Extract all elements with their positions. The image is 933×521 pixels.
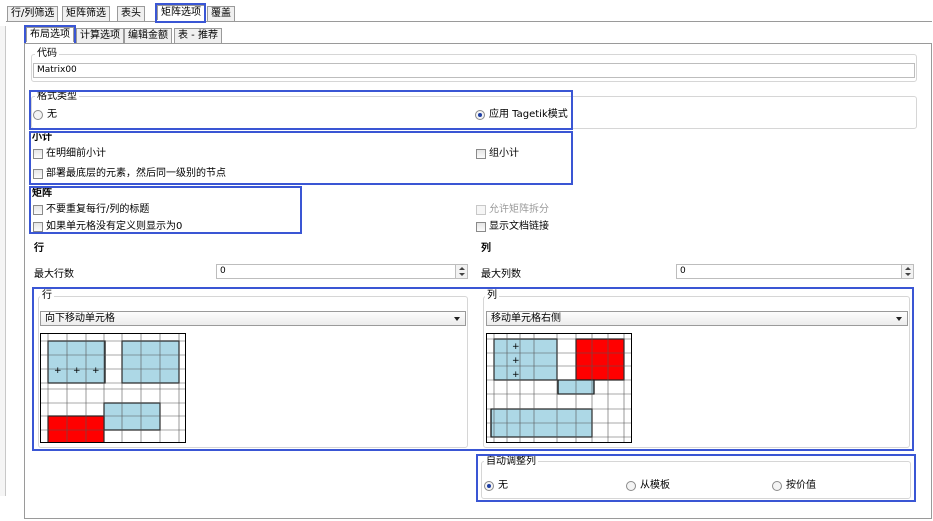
group-subtotal-checkbox[interactable] <box>476 149 486 159</box>
format-tagetik-radio[interactable] <box>475 110 485 120</box>
matrix-title: 矩阵 <box>32 188 52 199</box>
cols-grid-preview: + + + <box>486 333 632 443</box>
tab-calc-options[interactable]: 计算选项 <box>76 28 124 43</box>
tab-override[interactable]: 覆盖 <box>207 6 235 21</box>
allow-split-checkbox[interactable] <box>476 205 486 215</box>
format-type-group <box>31 96 917 129</box>
tab-strip-line <box>6 21 932 22</box>
before-detail-checkbox[interactable] <box>33 149 43 159</box>
svg-text:+: + <box>92 366 100 376</box>
show-zero-label: 如果单元格没有定义则显示为0 <box>46 221 183 232</box>
auto-value-radio[interactable] <box>772 481 782 491</box>
auto-template-label: 从模板 <box>640 480 670 491</box>
no-repeat-headers-label: 不要重复每行/列的标题 <box>46 204 150 215</box>
svg-text:+: + <box>54 366 62 376</box>
tab-table-recommend[interactable]: 表 - 推荐 <box>174 28 222 43</box>
before-detail-label: 在明细前小计 <box>46 148 106 159</box>
format-type-title: 格式类型 <box>35 91 79 103</box>
cols-header: 列 <box>481 243 491 254</box>
chevron-down-icon <box>896 317 902 321</box>
subtotal-title: 小计 <box>32 132 52 143</box>
show-doc-link-checkbox[interactable] <box>476 222 486 232</box>
auto-template-radio[interactable] <box>626 481 636 491</box>
group-subtotal-label: 组小计 <box>489 148 519 159</box>
auto-none-radio[interactable] <box>484 481 494 491</box>
show-doc-link-label: 显示文档链接 <box>489 221 549 232</box>
svg-text:+: + <box>512 356 520 366</box>
code-input[interactable]: Matrix00 <box>33 63 915 78</box>
tab-row-col-filter[interactable]: 行/列筛选 <box>7 6 59 21</box>
cols-group-title: 列 <box>485 290 499 302</box>
left-panel-edge <box>0 26 6 496</box>
show-zero-checkbox[interactable] <box>33 222 43 232</box>
svg-text:+: + <box>512 370 520 380</box>
auto-adjust-group <box>481 461 911 499</box>
max-cols-label: 最大列数 <box>481 269 521 280</box>
rows-move-value: 向下移动单元格 <box>45 313 115 324</box>
rows-grid-preview: + + + <box>40 333 186 443</box>
rows-header: 行 <box>34 243 44 254</box>
rows-move-dropdown[interactable]: 向下移动单元格 <box>40 311 466 326</box>
svg-text:+: + <box>73 366 81 376</box>
tab-matrix-filter[interactable]: 矩阵筛选 <box>62 6 110 21</box>
rows-group-title: 行 <box>40 290 54 302</box>
max-rows-label: 最大行数 <box>34 269 74 280</box>
auto-value-label: 按价值 <box>786 480 816 491</box>
cols-move-value: 移动单元格右侧 <box>491 313 561 324</box>
code-label: 代码 <box>35 48 59 60</box>
tab-header[interactable]: 表头 <box>117 6 145 21</box>
format-tagetik-label: 应用 Tagetik模式 <box>489 109 568 120</box>
auto-none-label: 无 <box>498 480 508 491</box>
no-repeat-headers-checkbox[interactable] <box>33 205 43 215</box>
format-none-label: 无 <box>47 109 57 120</box>
allow-split-label: 允许矩阵拆分 <box>489 204 549 215</box>
max-cols-input[interactable]: 0 <box>676 264 902 279</box>
max-cols-spinner[interactable] <box>901 264 914 279</box>
deploy-bottom-label: 部署最底层的元素，然后同一级别的节点 <box>46 168 226 179</box>
cols-move-dropdown[interactable]: 移动单元格右侧 <box>486 311 908 326</box>
max-rows-input[interactable]: 0 <box>216 264 456 279</box>
tab-edit-amount[interactable]: 编辑金额 <box>124 28 172 43</box>
deploy-bottom-checkbox[interactable] <box>33 169 43 179</box>
tab-layout-options[interactable]: 布局选项 <box>26 27 74 42</box>
tab-matrix-options[interactable]: 矩阵选项 <box>157 5 205 20</box>
chevron-down-icon <box>454 317 460 321</box>
auto-adjust-title: 自动调整列 <box>484 456 538 468</box>
svg-text:+: + <box>512 342 520 352</box>
max-rows-spinner[interactable] <box>455 264 468 279</box>
format-none-radio[interactable] <box>33 110 43 120</box>
